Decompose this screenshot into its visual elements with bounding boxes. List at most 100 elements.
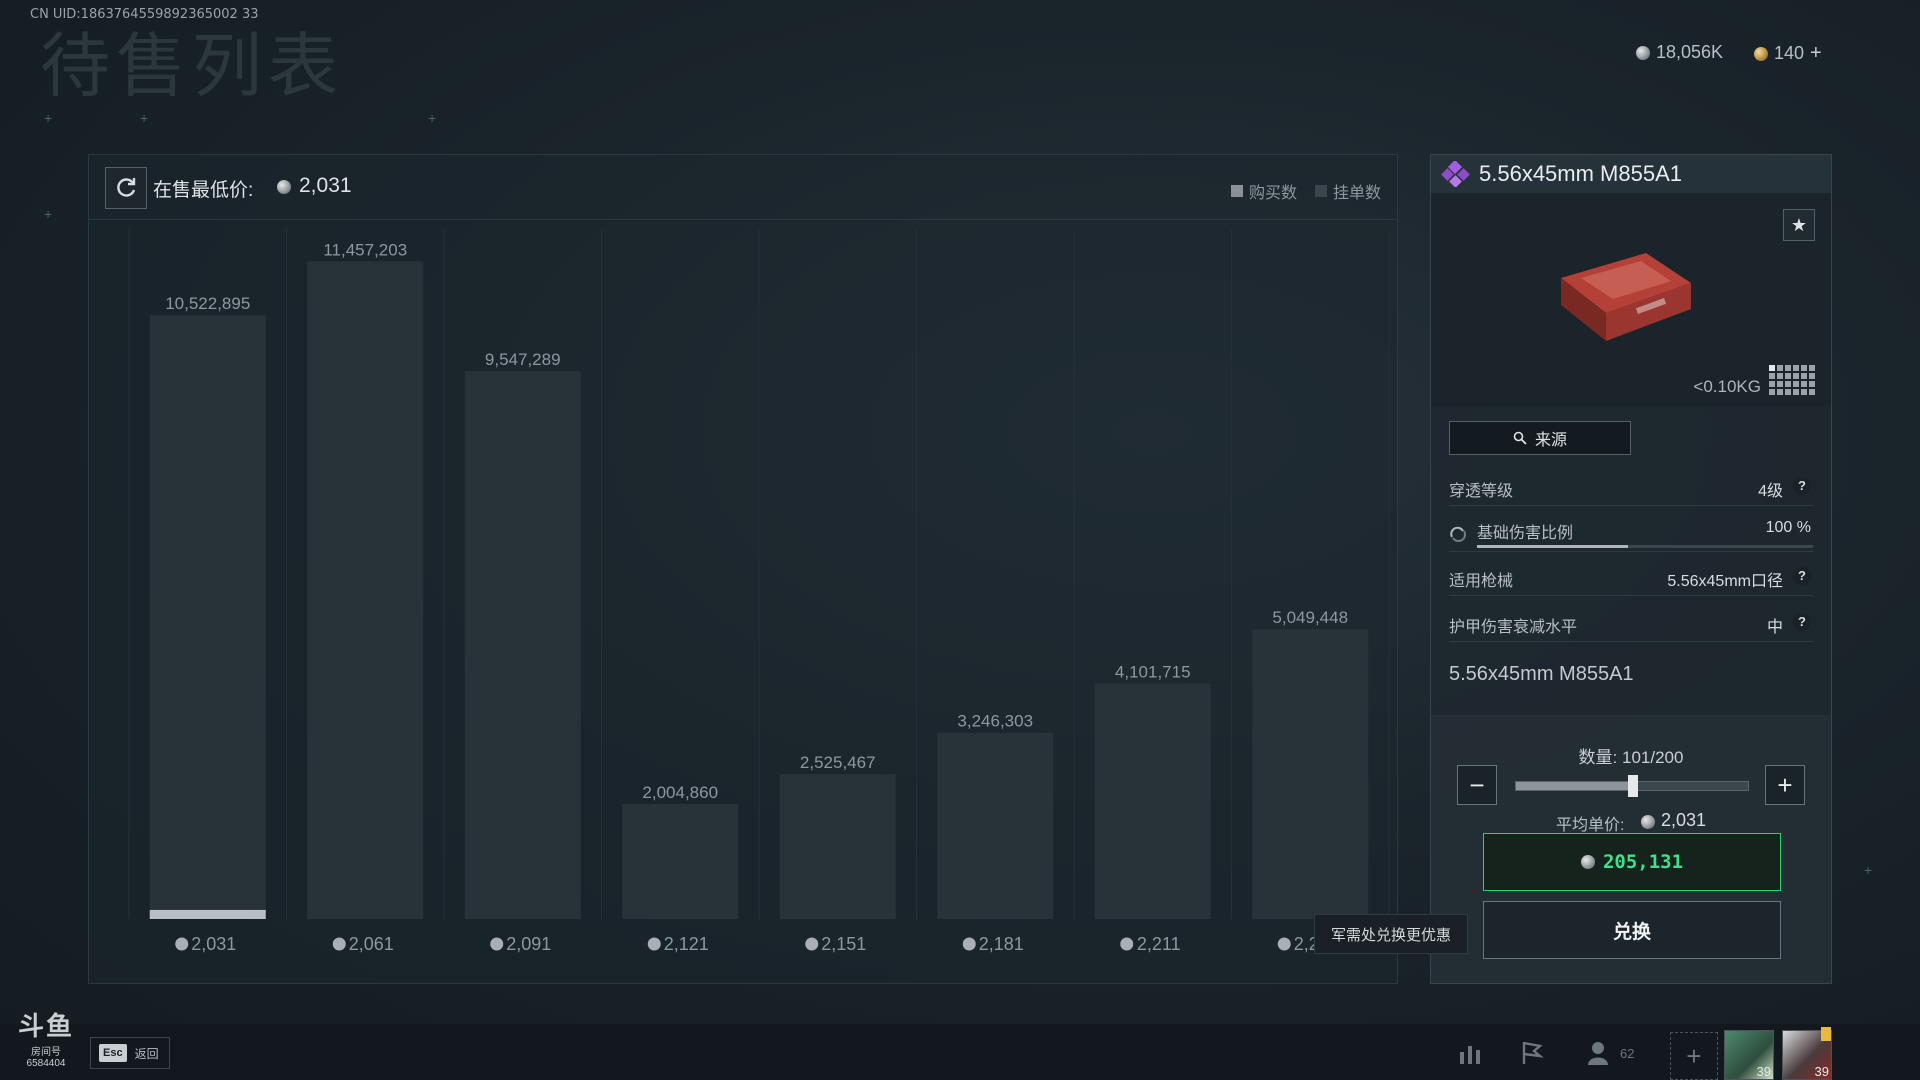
decrease-quantity-button[interactable]: − [1457, 765, 1497, 805]
quartermaster-tooltip: 军需处兑换更优惠 [1314, 914, 1468, 954]
add-currency-icon[interactable]: + [1810, 42, 1822, 65]
ammo-box-image [1561, 253, 1691, 341]
listing-bar[interactable] [779, 774, 896, 919]
price-category-label: 2,181 [979, 934, 1024, 954]
minus-icon: − [1469, 769, 1485, 800]
currency-silver-value: 18,056K [1656, 42, 1724, 62]
friends-icon[interactable] [1586, 1040, 1614, 1066]
bar-chart-icon[interactable] [1456, 1040, 1484, 1066]
grid-cross-decor: + [1864, 862, 1873, 878]
grid-cross-decor: + [44, 110, 53, 126]
min-price-label: 在售最低价: [153, 180, 254, 201]
grid-cross-decor: + [140, 110, 149, 126]
refresh-icon [117, 178, 136, 197]
stat-value: 100 % [1765, 519, 1811, 536]
help-icon[interactable]: ? [1793, 567, 1811, 585]
refresh-button[interactable] [105, 167, 147, 209]
purchase-area: 数量: 101/200 − + 平均单价: 2,031 205,131 兑换 [1431, 715, 1831, 983]
currency-gold[interactable]: 140 + [1754, 42, 1822, 65]
source-button[interactable]: 来源 [1449, 421, 1631, 455]
listing-bar[interactable] [622, 803, 739, 919]
coin-icon [647, 937, 661, 951]
douyu-logo: 斗鱼 房间号 6584404 [16, 1006, 76, 1069]
stat-label: 穿透等级 [1449, 483, 1514, 500]
min-price-value: 2,031 [299, 174, 352, 197]
item-description: 5.56x45mm M855A1 [1449, 663, 1634, 685]
friend-count: 62 [1620, 1046, 1635, 1061]
teammate-level: 39 [1814, 1064, 1829, 1079]
notification-badge [1821, 1027, 1831, 1041]
increase-quantity-button[interactable]: + [1765, 765, 1805, 805]
stat-penetration: 穿透等级 4级 ? [1449, 469, 1813, 506]
coin-icon [1120, 937, 1134, 951]
listing-bar[interactable] [937, 732, 1054, 919]
legend-label: 购买数 [1249, 185, 1298, 202]
room-number: 6584404 [26, 1058, 66, 1069]
listing-chart-panel: 在售最低价: 2,031 购买数 挂单数 10,522,895 2,031 11,4… [88, 154, 1398, 984]
stat-label: 护甲伤害衰减水平 [1449, 619, 1578, 636]
flag-icon[interactable] [1518, 1040, 1546, 1066]
bar-value-label: 4,101,715 [1115, 663, 1191, 682]
coin-icon [490, 937, 504, 951]
price-category-label: 2,151 [821, 934, 866, 954]
back-label: 返回 [134, 1046, 159, 1061]
coin-icon [277, 180, 291, 194]
item-image-area: ★ <0.10KG [1431, 193, 1831, 407]
player-level: 39 [1756, 1064, 1771, 1079]
bar-value-label: 2,004,860 [642, 783, 718, 802]
add-teammate-button[interactable]: + [1670, 1032, 1718, 1080]
legend-swatch [1231, 185, 1243, 197]
avg-price-label: 平均单价: [1556, 817, 1625, 834]
bar-value-label: 10,522,895 [165, 294, 250, 313]
help-icon[interactable]: ? [1793, 613, 1811, 631]
back-button[interactable]: Esc 返回 [90, 1037, 170, 1069]
coin-icon [332, 937, 346, 951]
price-category-label: 2,211 [1137, 934, 1181, 954]
inventory-size-grid-icon [1769, 365, 1815, 395]
listing-bar[interactable] [149, 315, 266, 919]
item-header: 5.56x45mm M855A1 [1431, 155, 1831, 194]
currency-gold-value: 140 [1774, 43, 1805, 63]
listing-bar[interactable] [464, 371, 581, 920]
player-avatar[interactable]: 39 [1724, 1030, 1774, 1080]
chart-header: 在售最低价: 2,031 购买数 挂单数 [89, 155, 1397, 220]
quantity-slider-handle[interactable] [1628, 775, 1639, 797]
bar-value-label: 11,457,203 [323, 240, 407, 259]
stat-label: 基础伤害比例 [1477, 525, 1574, 542]
exchange-button[interactable]: 兑换 [1483, 901, 1781, 959]
grid-cross-decor: + [44, 206, 53, 222]
plus-icon: + [1777, 769, 1793, 800]
damage-ratio-bar-fill [1477, 545, 1629, 548]
total-price-box: 205,131 [1483, 833, 1781, 891]
silver-coin-icon [1636, 45, 1650, 60]
legend-purchase: 购买数 [1231, 179, 1297, 203]
stat-label: 适用枪械 [1449, 573, 1514, 590]
purchase-segment-bar [149, 909, 266, 919]
item-name: 5.56x45mm M855A1 [1479, 161, 1682, 186]
price-category-label: 2,121 [664, 934, 709, 954]
listing-bar[interactable] [1094, 683, 1211, 919]
bar-value-label: 5,049,448 [1272, 608, 1348, 627]
star-icon: ★ [1790, 214, 1808, 235]
grid-cross-decor: + [428, 110, 437, 126]
coin-icon [805, 937, 819, 951]
stat-value: 4级 [1758, 483, 1783, 500]
gold-coin-icon [1754, 46, 1768, 61]
coin-icon [1580, 855, 1595, 869]
favorite-button[interactable]: ★ [1783, 209, 1815, 241]
bar-value-label: 2,525,467 [800, 753, 876, 772]
stat-armor-damage-falloff: 护甲伤害衰减水平 中 ? [1449, 605, 1813, 642]
quantity-slider[interactable] [1515, 775, 1749, 797]
damage-ratio-bar [1477, 545, 1813, 548]
listing-bar[interactable] [1252, 629, 1369, 919]
stat-base-damage: 基础伤害比例 100 % [1449, 515, 1813, 552]
exchange-label: 兑换 [1612, 921, 1651, 943]
listing-bar-chart: 10,522,895 2,031 11,457,203 2,061 9,547,289 2… [128, 229, 1390, 954]
listing-bar[interactable] [307, 261, 424, 919]
coin-icon [1277, 937, 1291, 951]
help-icon[interactable]: ? [1793, 477, 1811, 495]
plus-icon: + [1686, 1040, 1702, 1071]
teammate-avatar[interactable]: 39 [1782, 1027, 1832, 1080]
stat-value: 中 [1766, 619, 1783, 636]
logo-text: 斗鱼 [17, 1011, 74, 1041]
